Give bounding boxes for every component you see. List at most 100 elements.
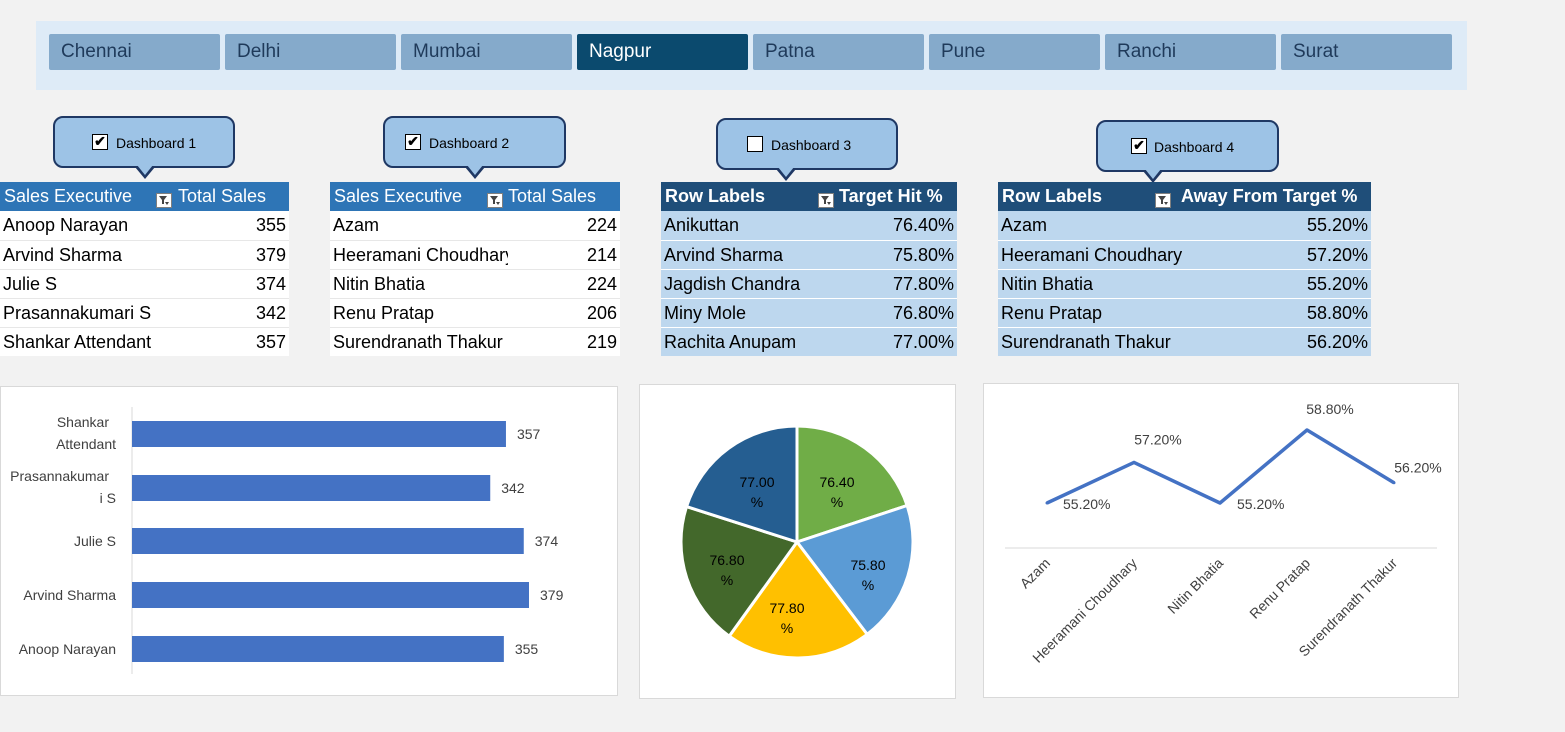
table-row: Anikuttan 76.40% — [661, 211, 957, 240]
filter-dropdown-icon[interactable] — [818, 193, 834, 208]
dashboard-1-label: Dashboard 1 — [116, 135, 197, 151]
row-value: 77.00% — [892, 332, 954, 352]
row-label: Surendranath Thakur — [333, 332, 503, 352]
row-label: Heeramani Choudhary — [1001, 245, 1183, 265]
table-row: Heeramani Choudhary 214 — [330, 240, 620, 269]
row-label: Heeramani Choudhary — [333, 245, 508, 265]
row-label: Renu Pratap — [1001, 303, 1103, 323]
dashboard-4-label: Dashboard 4 — [1154, 139, 1235, 155]
pivot-table-3: Row Labels Target Hit % Anikuttan 76.40% Arv… — [661, 182, 957, 356]
slicer-button-chennai[interactable]: Chennai — [49, 34, 220, 70]
column-header-value: Away From Target % — [1181, 186, 1358, 206]
table-row: Renu Pratap 58.80% — [998, 298, 1371, 327]
row-value: 224 — [586, 274, 617, 294]
column-header-value: Target Hit % — [839, 186, 943, 206]
bar — [132, 421, 506, 447]
pivot-table-1: Sales Executive Total Sales Anoop Narayan 3… — [0, 182, 289, 356]
slicer-button-nagpur[interactable]: Nagpur — [577, 34, 748, 70]
table-row: Miny Mole 76.80% — [661, 298, 957, 327]
category-label: Anoop Narayan — [19, 641, 116, 657]
slicer-button-delhi[interactable]: Delhi — [225, 34, 396, 70]
bar-data-label: 374 — [535, 533, 559, 549]
dashboard-3-checkbox[interactable] — [747, 136, 763, 152]
line-chart-panel: 55.20% Azam 57.20% Heeramani Choudhary 55.20… — [983, 383, 1459, 698]
row-label: Shankar Attendant — [3, 332, 152, 352]
sales-bar-chart: 357 Shankar Attendant 342 Prasannakumar i S 37… — [10, 407, 564, 674]
slicer-button-mumbai[interactable]: Mumbai — [401, 34, 572, 70]
column-header-label: Row Labels — [665, 186, 766, 206]
column-header-value: Total Sales — [508, 186, 597, 206]
slicer-button-ranchi[interactable]: Ranchi — [1105, 34, 1276, 70]
row-label: Renu Pratap — [333, 303, 435, 323]
pivot-table-2: Sales Executive Total Sales Azam 224 Heerama… — [330, 182, 620, 356]
row-value: 55.20% — [1306, 215, 1368, 235]
table-row: Julie S 374 — [0, 269, 289, 298]
line-point — [1218, 501, 1222, 505]
row-label: Prasannakumari S — [3, 303, 152, 323]
row-label: Anikuttan — [664, 215, 740, 235]
table-row: Rachita Anupam 77.00% — [661, 327, 957, 356]
line-point — [1392, 481, 1396, 485]
pivot-table-4: Row Labels Away From Target % Azam 55.20% He… — [998, 182, 1371, 356]
table-row: Nitin Bhatia 55.20% — [998, 269, 1371, 298]
table-row: Azam 224 — [330, 211, 620, 240]
city-slicer: Chennai Delhi Mumbai Nagpur Patna Pune Ranchi S… — [36, 21, 1467, 90]
table-row: Renu Pratap 206 — [330, 298, 620, 327]
row-value: 379 — [255, 245, 286, 265]
table-row: Surendranath Thakur 56.20% — [998, 327, 1371, 356]
column-header-label: Sales Executive — [334, 186, 463, 206]
row-value: 77.80% — [892, 274, 954, 294]
slicer-button-surat[interactable]: Surat — [1281, 34, 1452, 70]
line-point — [1305, 428, 1309, 432]
slicer-button-pune[interactable]: Pune — [929, 34, 1100, 70]
row-label: Julie S — [3, 274, 58, 294]
category-label: Renu Pratap — [1246, 555, 1313, 622]
category-label: Shankar Attendant — [56, 414, 116, 452]
category-label: Julie S — [74, 533, 116, 549]
away-from-target-line-chart: 55.20%Azam57.20%Heeramani Choudhary55.20… — [1005, 401, 1442, 666]
row-label: Jagdish Chandra — [664, 274, 801, 294]
table-row: Arvind Sharma 75.80% — [661, 240, 957, 269]
dashboard-1-checkbox[interactable]: ✔ — [92, 134, 108, 150]
row-value: 224 — [586, 215, 617, 235]
table-row: Prasannakumari S 342 — [0, 298, 289, 327]
row-label: Rachita Anupam — [664, 332, 797, 352]
row-label: Nitin Bhatia — [1001, 274, 1094, 294]
category-label: Surendranath Thakur — [1295, 555, 1400, 660]
row-value: 357 — [255, 332, 286, 352]
line-data-label: 55.20% — [1063, 496, 1110, 512]
line-data-label: 57.20% — [1134, 431, 1181, 447]
filter-dropdown-icon[interactable] — [156, 193, 172, 208]
row-value: 76.40% — [892, 215, 954, 235]
slicer-button-patna[interactable]: Patna — [753, 34, 924, 70]
bar — [132, 582, 529, 608]
table-row: Shankar Attendant 357 — [0, 327, 289, 356]
dashboard-1-callout: ✔ Dashboard 1 — [53, 116, 235, 179]
line-data-label: 58.80% — [1306, 401, 1353, 417]
filter-dropdown-icon[interactable] — [487, 193, 503, 208]
bar — [132, 475, 491, 501]
dashboard-3-callout: Dashboard 3 — [716, 118, 898, 181]
dashboard-4-checkbox[interactable]: ✔ — [1131, 138, 1147, 154]
bar-chart-panel: 357 Shankar Attendant 342 Prasannakumar i S 37… — [0, 386, 618, 696]
dashboard-2-checkbox[interactable]: ✔ — [405, 134, 421, 150]
bar-data-label: 379 — [540, 587, 564, 603]
row-value: 75.80% — [892, 245, 954, 265]
row-value: 374 — [255, 274, 286, 294]
filter-dropdown-icon[interactable] — [1155, 193, 1171, 208]
column-header-label: Sales Executive — [4, 186, 133, 206]
row-label: Arvind Sharma — [3, 245, 123, 265]
pie-chart-panel: 76.40% 75.80% 77.80% 76.80% 77.00% — [639, 384, 956, 699]
target-hit-pie-chart: 76.40 %75.80 %77.80 %76.80 %77.00% — [679, 424, 915, 660]
table-row: Arvind Sharma 379 — [0, 240, 289, 269]
row-value: 355 — [255, 215, 286, 235]
row-label: Arvind Sharma — [664, 245, 784, 265]
table-header: Row Labels Target Hit % — [661, 182, 957, 211]
dashboard-3-label: Dashboard 3 — [771, 137, 852, 153]
row-label: Nitin Bhatia — [333, 274, 426, 294]
bar-data-label: 355 — [515, 641, 539, 657]
row-value: 76.80% — [892, 303, 954, 323]
table-header: Row Labels Away From Target % — [998, 182, 1371, 211]
row-label: Anoop Narayan — [3, 215, 129, 235]
row-value: 58.80% — [1306, 303, 1368, 323]
